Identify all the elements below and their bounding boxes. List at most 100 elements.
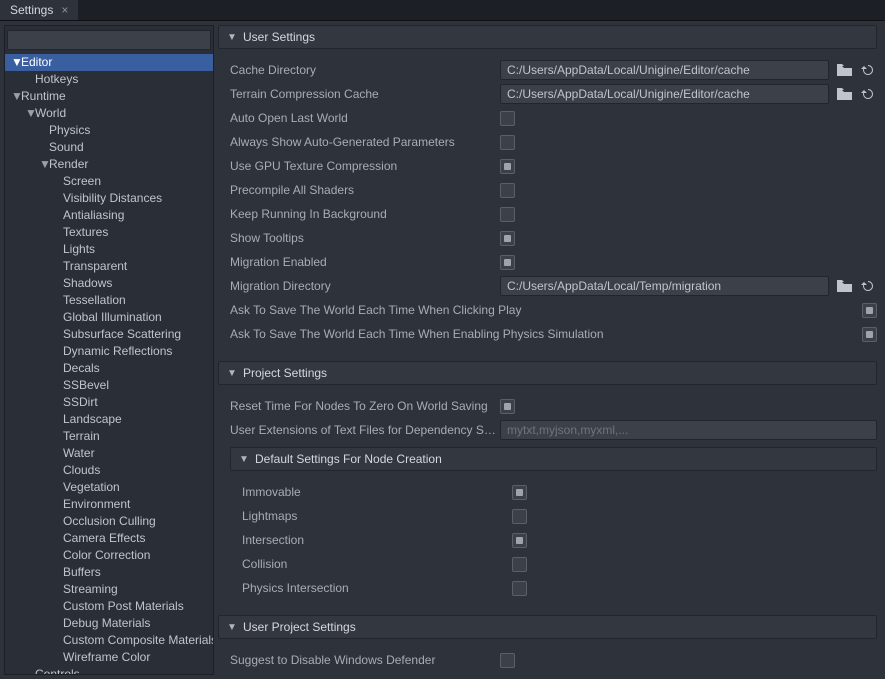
collision-checkbox[interactable] [512, 557, 527, 572]
row-precompile-all-shaders: Precompile All Shaders [218, 179, 877, 201]
tree-item-lights[interactable]: Lights [5, 241, 213, 258]
tree-item-tessellation[interactable]: Tessellation [5, 292, 213, 309]
suggest-defender-checkbox[interactable] [500, 653, 515, 668]
tree-item-label: SSDirt [63, 395, 98, 409]
tab-settings[interactable]: Settings × [0, 0, 78, 20]
tree-filter-input[interactable] [7, 30, 211, 50]
gpu-tex-checkbox[interactable] [500, 159, 515, 174]
row-gpu-texture-compression: Use GPU Texture Compression [218, 155, 877, 177]
tree-item-terrain[interactable]: Terrain [5, 428, 213, 445]
folder-icon[interactable] [835, 61, 853, 79]
always-show-checkbox[interactable] [500, 135, 515, 150]
tree-item-subsurface-scattering[interactable]: Subsurface Scattering [5, 326, 213, 343]
tree-item-ssbevel[interactable]: SSBevel [5, 377, 213, 394]
tooltips-checkbox[interactable] [500, 231, 515, 246]
tree-item-label: Terrain [63, 429, 100, 443]
row-lightmaps: Lightmaps [218, 505, 877, 527]
row-auto-open-last-world: Auto Open Last World [218, 107, 877, 129]
tree-item-color-correction[interactable]: Color Correction [5, 547, 213, 564]
precompile-checkbox[interactable] [500, 183, 515, 198]
section-default-node-creation[interactable]: ▼ Default Settings For Node Creation [230, 447, 877, 471]
folder-icon[interactable] [835, 85, 853, 103]
intersection-checkbox[interactable] [512, 533, 527, 548]
row-editable-base-materials: Editable Base Materials [218, 673, 877, 675]
tree-item-render[interactable]: ▼Render [5, 156, 213, 173]
ask-save-physics-checkbox[interactable] [862, 327, 877, 342]
tree-item-water[interactable]: Water [5, 445, 213, 462]
tree-item-custom-composite-materials[interactable]: Custom Composite Materials [5, 632, 213, 649]
row-show-tooltips: Show Tooltips [218, 227, 877, 249]
row-always-show-auto-params: Always Show Auto-Generated Parameters [218, 131, 877, 153]
tree-item-hotkeys[interactable]: Hotkeys [5, 71, 213, 88]
tree-item-debug-materials[interactable]: Debug Materials [5, 615, 213, 632]
row-ask-save-on-physics: Ask To Save The World Each Time When Ena… [218, 323, 877, 345]
tree-item-screen[interactable]: Screen [5, 173, 213, 190]
tree-item-wireframe-color[interactable]: Wireframe Color [5, 649, 213, 666]
tree-item-sound[interactable]: Sound [5, 139, 213, 156]
chevron-down-icon: ▼ [11, 88, 21, 105]
tree-item-streaming[interactable]: Streaming [5, 581, 213, 598]
row-collision: Collision [218, 553, 877, 575]
user-extensions-input[interactable]: mytxt,myjson,myxml,... [500, 420, 877, 440]
chevron-down-icon: ▼ [25, 105, 35, 122]
tree-item-decals[interactable]: Decals [5, 360, 213, 377]
tree-item-antialiasing[interactable]: Antialiasing [5, 207, 213, 224]
tree-item-dynamic-reflections[interactable]: Dynamic Reflections [5, 343, 213, 360]
tree-item-environment[interactable]: Environment [5, 496, 213, 513]
tab-bar: Settings × [0, 0, 885, 21]
tree-item-buffers[interactable]: Buffers [5, 564, 213, 581]
tree-item-editor[interactable]: ▼Editor [5, 54, 213, 71]
tree-item-visibility-distances[interactable]: Visibility Distances [5, 190, 213, 207]
reset-icon[interactable] [859, 85, 877, 103]
tree-item-clouds[interactable]: Clouds [5, 462, 213, 479]
cache-directory-input[interactable]: C:/Users/AppData/Local/Unigine/Editor/ca… [500, 60, 829, 80]
reset-icon[interactable] [859, 61, 877, 79]
tree-item-shadows[interactable]: Shadows [5, 275, 213, 292]
tree-item-label: Editor [21, 55, 52, 69]
migration-directory-input[interactable]: C:/Users/AppData/Local/Temp/migration [500, 276, 829, 296]
row-migration-directory: Migration Directory C:/Users/AppData/Loc… [218, 275, 877, 297]
tree-item-label: Water [63, 446, 95, 460]
terrain-cache-input[interactable]: C:/Users/AppData/Local/Unigine/Editor/ca… [500, 84, 829, 104]
tree-item-label: Buffers [63, 565, 101, 579]
tree-item-vegetation[interactable]: Vegetation [5, 479, 213, 496]
tree-item-ssdirt[interactable]: SSDirt [5, 394, 213, 411]
chevron-down-icon: ▼ [39, 156, 49, 173]
reset-time-checkbox[interactable] [500, 399, 515, 414]
tree-item-label: Hotkeys [35, 72, 78, 86]
row-suggest-disable-defender: Suggest to Disable Windows Defender [218, 649, 877, 671]
ask-save-play-checkbox[interactable] [862, 303, 877, 318]
reset-icon[interactable] [859, 277, 877, 295]
tree-item-label: Dynamic Reflections [63, 344, 172, 358]
physics-intersection-checkbox[interactable] [512, 581, 527, 596]
tree-item-physics[interactable]: Physics [5, 122, 213, 139]
tree-item-label: Camera Effects [63, 531, 145, 545]
row-ask-save-on-play: Ask To Save The World Each Time When Cli… [218, 299, 877, 321]
settings-tree: ▼EditorHotkeys▼Runtime▼WorldPhysicsSound… [4, 25, 214, 675]
immovable-checkbox[interactable] [512, 485, 527, 500]
tree-item-global-illumination[interactable]: Global Illumination [5, 309, 213, 326]
section-project-settings[interactable]: ▼ Project Settings [218, 361, 877, 385]
section-user-project-settings[interactable]: ▼ User Project Settings [218, 615, 877, 639]
tree-item-custom-post-materials[interactable]: Custom Post Materials [5, 598, 213, 615]
tree-item-occlusion-culling[interactable]: Occlusion Culling [5, 513, 213, 530]
auto-open-checkbox[interactable] [500, 111, 515, 126]
keep-running-checkbox[interactable] [500, 207, 515, 222]
tree-item-label: Custom Post Materials [63, 599, 184, 613]
section-user-settings[interactable]: ▼ User Settings [218, 25, 877, 49]
tree-item-label: Shadows [63, 276, 112, 290]
folder-icon[interactable] [835, 277, 853, 295]
settings-panel: ▼ User Settings Cache Directory C:/Users… [218, 25, 881, 675]
lightmaps-checkbox[interactable] [512, 509, 527, 524]
migration-enabled-checkbox[interactable] [500, 255, 515, 270]
tree-item-runtime[interactable]: ▼Runtime [5, 88, 213, 105]
tree-item-transparent[interactable]: Transparent [5, 258, 213, 275]
tree-item-controls[interactable]: Controls [5, 666, 213, 675]
tree-item-landscape[interactable]: Landscape [5, 411, 213, 428]
tree-item-camera-effects[interactable]: Camera Effects [5, 530, 213, 547]
tree-item-label: Physics [49, 123, 90, 137]
row-keep-running-background: Keep Running In Background [218, 203, 877, 225]
tree-item-textures[interactable]: Textures [5, 224, 213, 241]
close-icon[interactable]: × [61, 4, 68, 16]
tree-item-world[interactable]: ▼World [5, 105, 213, 122]
